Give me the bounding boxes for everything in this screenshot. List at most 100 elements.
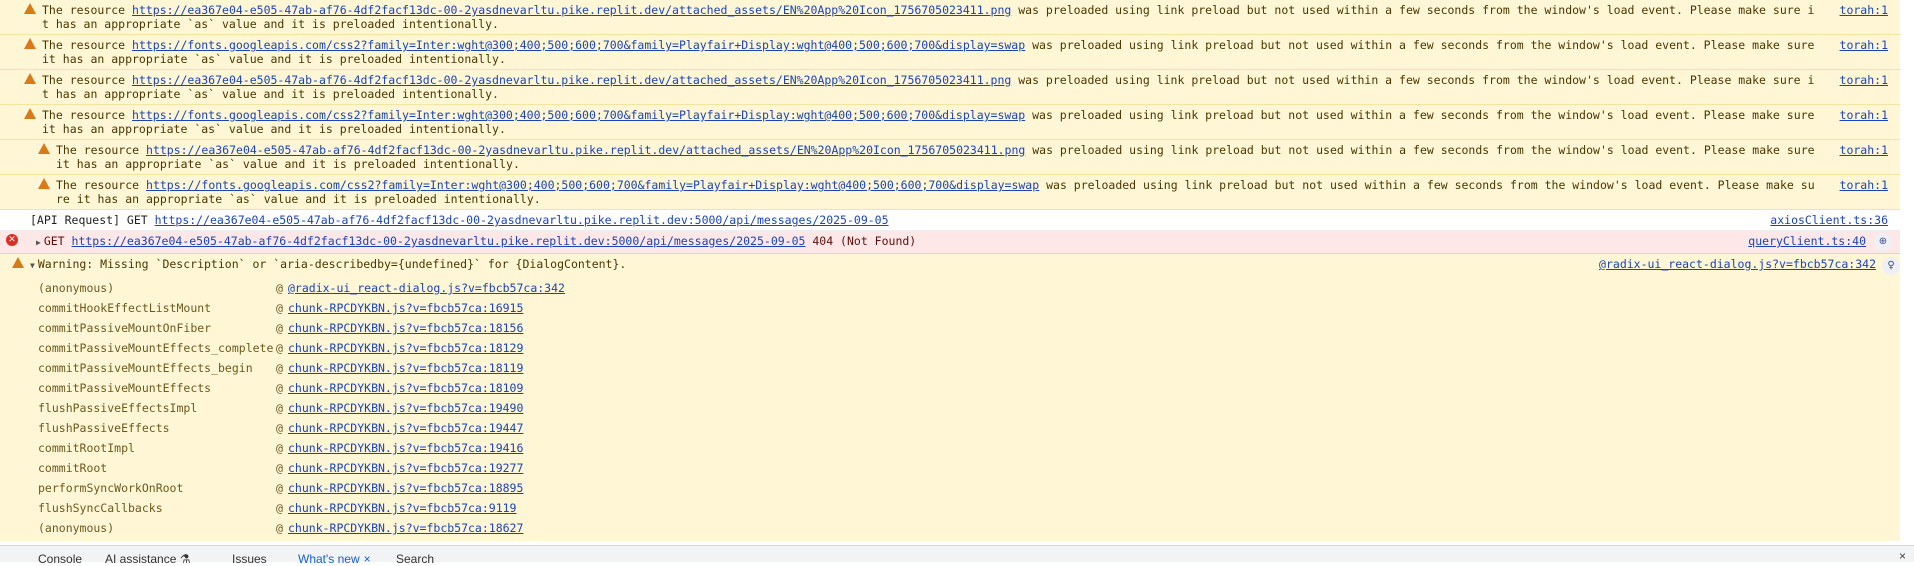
frame-at: @ xyxy=(276,481,283,495)
frame-at: @ xyxy=(276,381,283,395)
tab-close-icon[interactable]: × xyxy=(364,552,371,566)
stack-trace: (anonymous) @ @radix-ui_react-dialog.js?v=… xyxy=(0,276,1900,541)
frame-at: @ xyxy=(276,521,283,535)
warning-icon xyxy=(24,38,36,49)
frame-location-link[interactable]: chunk-RPCDYKBN.js?v=fbcb57ca:18129 xyxy=(288,338,523,358)
frame-location-link[interactable]: chunk-RPCDYKBN.js?v=fbcb57ca:19416 xyxy=(288,438,523,458)
stack-frame: flushPassiveEffectsImpl @ chunk-RPCDYKBN.j… xyxy=(0,398,1900,418)
frame-location-link[interactable]: chunk-RPCDYKBN.js?v=fbcb57ca:18895 xyxy=(288,478,523,498)
frame-at: @ xyxy=(276,341,283,355)
api-log-prefix: [API Request] GET xyxy=(30,213,155,227)
stack-frame: commitPassiveMountEffects @ chunk-RPCDYKBN… xyxy=(0,378,1900,398)
error-message-row: ✕ ▶ GET https://ea367e04-e505-47ab-af76-4… xyxy=(0,231,1900,254)
frame-location-link[interactable]: chunk-RPCDYKBN.js?v=fbcb57ca:19490 xyxy=(288,398,523,418)
source-link[interactable]: torah:1 xyxy=(1820,70,1900,87)
warning-message: The resource https://fonts.googleapis.co… xyxy=(54,175,1820,209)
stack-frame: commitPassiveMountEffects_complete @ chunk… xyxy=(0,338,1900,358)
drawer-tab-what-s-new[interactable]: What's new × xyxy=(298,552,371,566)
frame-location-link[interactable]: chunk-RPCDYKBN.js?v=fbcb57ca:18119 xyxy=(288,358,523,378)
frame-function: flushPassiveEffects xyxy=(38,421,170,435)
frame-location-link[interactable]: chunk-RPCDYKBN.js?v=fbcb57ca:19447 xyxy=(288,418,523,438)
warning-gutter xyxy=(0,0,40,14)
error-url[interactable]: https://ea367e04-e505-47ab-af76-4df2facf… xyxy=(72,234,806,248)
warning-prefix: The resource xyxy=(42,3,133,17)
warning-icon xyxy=(38,178,50,189)
frame-location-link[interactable]: chunk-RPCDYKBN.js?v=fbcb57ca:9119 xyxy=(288,498,516,518)
warning-icon xyxy=(24,108,36,119)
warning-message: The resource https://ea367e04-e505-47ab-… xyxy=(40,0,1820,34)
resource-url-link[interactable]: https://ea367e04-e505-47ab-af76-4df2facf… xyxy=(146,143,1025,157)
warning-icon xyxy=(12,257,24,268)
frame-location-link[interactable]: @radix-ui_react-dialog.js?v=fbcb57ca:342 xyxy=(288,278,565,298)
preload-warning-list: The resource https://ea367e04-e505-47ab-… xyxy=(0,0,1900,210)
api-log-source[interactable]: axiosClient.ts:36 xyxy=(1750,210,1900,227)
frame-at: @ xyxy=(276,401,283,415)
stack-frame: performSyncWorkOnRoot @ chunk-RPCDYKBN.js?… xyxy=(0,478,1900,498)
warning-prefix: The resource xyxy=(56,178,147,192)
dialog-warning-source[interactable]: @radix-ui_react-dialog.js?v=fbcb57ca:342 xyxy=(1579,254,1900,271)
frame-function: commitHookEffectListMount xyxy=(38,301,212,315)
frame-function: commitPassiveMountEffects_complete xyxy=(38,341,274,355)
stack-frame: commitHookEffectListMount @ chunk-RPCDYKBN… xyxy=(0,298,1900,318)
warning-message: The resource https://fonts.googleapis.co… xyxy=(40,35,1820,69)
resource-url-link[interactable]: https://fonts.googleapis.com/css2?family… xyxy=(132,108,1025,122)
frame-function: commitRoot xyxy=(38,461,108,475)
frame-function: commitRootImpl xyxy=(38,441,135,455)
frame-location-link[interactable]: chunk-RPCDYKBN.js?v=fbcb57ca:18627 xyxy=(288,518,523,538)
dialog-warning-row: ▼ Warning: Missing `Description` or `aria… xyxy=(0,254,1900,276)
error-method: GET xyxy=(43,234,72,248)
frame-location-link[interactable]: chunk-RPCDYKBN.js?v=fbcb57ca:19277 xyxy=(288,458,523,478)
tab-label: AI assistance ⚗ xyxy=(105,552,191,566)
preload-warning-row: The resource https://ea367e04-e505-47ab-… xyxy=(0,140,1900,175)
drawer-tab-ai-assistance[interactable]: AI assistance ⚗ xyxy=(105,552,190,566)
preload-warning-row: The resource https://ea367e04-e505-47ab-… xyxy=(0,0,1900,35)
insight-icon[interactable]: ♀ xyxy=(1882,257,1900,275)
warning-gutter xyxy=(0,70,40,84)
resource-url-link[interactable]: https://ea367e04-e505-47ab-af76-4df2facf… xyxy=(132,3,1011,17)
frame-location-link[interactable]: chunk-RPCDYKBN.js?v=fbcb57ca:16915 xyxy=(288,298,523,318)
frame-function: flushPassiveEffectsImpl xyxy=(38,401,198,415)
tab-label: Console xyxy=(38,552,83,566)
source-link[interactable]: torah:1 xyxy=(1820,35,1900,52)
source-link[interactable]: torah:1 xyxy=(1820,175,1900,192)
resource-url-link[interactable]: https://fonts.googleapis.com/css2?family… xyxy=(132,38,1025,52)
drawer-tab-search[interactable]: Search xyxy=(396,552,434,566)
preload-warning-row: The resource https://fonts.googleapis.co… xyxy=(0,35,1900,70)
warning-gutter xyxy=(0,175,54,189)
stack-frame: flushSyncCallbacks @ chunk-RPCDYKBN.js?v=f… xyxy=(0,498,1900,518)
stack-frame: commitRootImpl @ chunk-RPCDYKBN.js?v=fbcb5… xyxy=(0,438,1900,458)
source-link[interactable]: torah:1 xyxy=(1820,105,1900,122)
expand-caret-icon[interactable]: ▶ xyxy=(36,236,41,250)
ai-explain-icon[interactable]: ⊕ xyxy=(1874,233,1892,251)
source-link[interactable]: torah:1 xyxy=(1820,140,1900,157)
warning-prefix: The resource xyxy=(42,108,133,122)
resource-url-link[interactable]: https://fonts.googleapis.com/css2?family… xyxy=(146,178,1039,192)
warning-prefix: The resource xyxy=(56,143,147,157)
frame-at: @ xyxy=(276,501,283,515)
source-link[interactable]: torah:1 xyxy=(1820,0,1900,17)
resource-url-link[interactable]: https://ea367e04-e505-47ab-af76-4df2facf… xyxy=(132,73,1011,87)
warning-gutter xyxy=(0,105,40,119)
drawer-tab-console[interactable]: Console xyxy=(38,552,82,566)
warning-icon xyxy=(24,73,36,84)
stack-frame: commitPassiveMountEffects_begin @ chunk-RP… xyxy=(0,358,1900,378)
tab-label: What's new xyxy=(298,552,360,566)
frame-function: commitPassiveMountEffects xyxy=(38,381,212,395)
tab-label: Issues xyxy=(232,552,267,566)
warning-gutter xyxy=(0,35,40,49)
frame-location-link[interactable]: chunk-RPCDYKBN.js?v=fbcb57ca:18109 xyxy=(288,378,523,398)
drawer-tab-issues[interactable]: Issues xyxy=(232,552,267,566)
frame-at: @ xyxy=(276,421,283,435)
frame-function: (anonymous) xyxy=(38,521,115,535)
frame-at: @ xyxy=(276,321,283,335)
stack-frame: (anonymous) @ chunk-RPCDYKBN.js?v=fbcb57ca… xyxy=(0,518,1900,538)
warning-prefix: The resource xyxy=(42,38,133,52)
frame-at: @ xyxy=(276,301,283,315)
frame-at: @ xyxy=(276,361,283,375)
preload-warning-row: The resource https://fonts.googleapis.co… xyxy=(0,105,1900,140)
frame-location-link[interactable]: chunk-RPCDYKBN.js?v=fbcb57ca:18156 xyxy=(288,318,523,338)
collapse-caret-icon[interactable]: ▼ xyxy=(30,259,35,273)
api-log-url[interactable]: https://ea367e04-e505-47ab-af76-4df2facf… xyxy=(155,213,889,227)
console-messages: The resource https://ea367e04-e505-47ab-… xyxy=(0,0,1900,541)
frame-function: commitPassiveMountOnFiber xyxy=(38,321,212,335)
